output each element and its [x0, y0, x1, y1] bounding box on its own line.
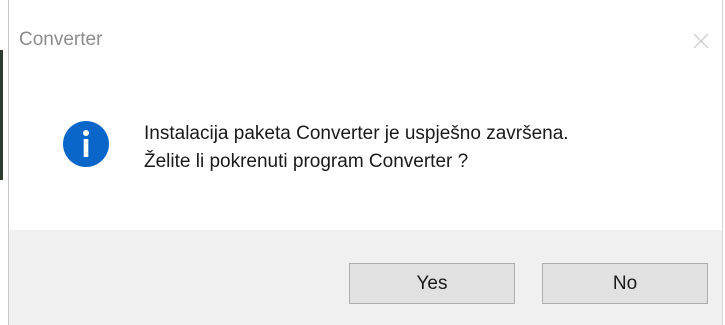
close-icon[interactable]	[691, 31, 711, 51]
no-button[interactable]: No	[542, 263, 708, 304]
window-title: Converter	[19, 29, 103, 50]
dialog-message: Instalacija paketa Converter je uspješno…	[144, 120, 704, 176]
message-line-1: Instalacija paketa Converter je uspješno…	[144, 123, 569, 144]
dialog-right-border	[722, 0, 723, 325]
message-line-2: Želite li pokrenuti program Converter ?	[144, 151, 469, 172]
title-bar[interactable]: Converter	[9, 0, 722, 80]
dialog-content: Instalacija paketa Converter je uspješno…	[9, 80, 722, 230]
background-window-strip	[0, 50, 3, 180]
dialog-button-bar: Yes No	[9, 230, 722, 325]
info-icon	[63, 121, 109, 167]
message-dialog: Converter Instalacija paketa Converter j…	[0, 0, 725, 325]
yes-button[interactable]: Yes	[349, 263, 515, 304]
